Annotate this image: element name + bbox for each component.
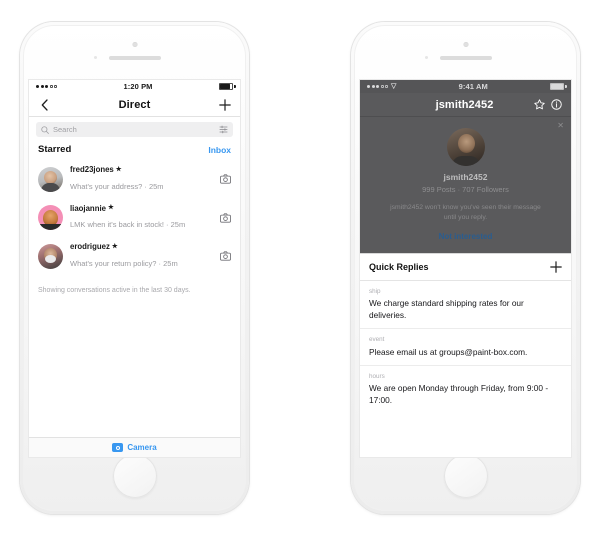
- search-icon: [41, 121, 49, 139]
- status-signal: [36, 85, 57, 88]
- star-icon: ★: [107, 204, 114, 212]
- camera-icon[interactable]: [220, 174, 231, 184]
- conversation-username: erodriguez: [70, 242, 110, 252]
- status-signal: ▽: [367, 83, 396, 90]
- content-spacer: [360, 413, 571, 457]
- battery-icon: [219, 83, 236, 90]
- front-camera-icon: [463, 42, 468, 47]
- back-chevron-icon[interactable]: [38, 98, 50, 111]
- camera-icon: [112, 443, 124, 452]
- quick-replies-title: Quick Replies: [369, 261, 429, 272]
- conversation-username: fred23jones: [70, 165, 114, 174]
- conversation-name-row: fred23jones ★: [70, 165, 213, 176]
- quick-reply-message: We charge standard shipping rates for ou…: [369, 298, 524, 321]
- conversation-username: liaojannie: [70, 203, 106, 213]
- nav-bar-right: jsmith2452: [360, 93, 571, 117]
- starred-section-header: Starred Inbox: [29, 141, 240, 160]
- earpiece-speaker: [439, 56, 492, 60]
- list-item[interactable]: liaojannie ★ LMK when it's back in stock…: [29, 199, 240, 238]
- conversation-name-row: liaojannie ★: [70, 204, 213, 215]
- list-item[interactable]: erodriguez ★ What's your return policy? …: [29, 237, 240, 276]
- status-bar-left: 1:20 PM: [29, 80, 240, 93]
- conversation-name-row: erodriguez ★: [70, 242, 213, 253]
- camera-icon[interactable]: [220, 213, 231, 223]
- quick-reply-shortcut: ship: [369, 287, 381, 295]
- page-title: Direct: [118, 98, 151, 111]
- signal-dots-icon: [367, 85, 388, 88]
- screen-left: 1:20 PM Direct Search Starred Inbox fred…: [29, 80, 240, 457]
- not-interested-button[interactable]: Not interested: [370, 232, 561, 241]
- new-message-plus-icon[interactable]: [219, 98, 231, 111]
- close-icon[interactable]: ✕: [557, 122, 564, 130]
- status-battery: [219, 83, 236, 90]
- star-icon: ★: [115, 165, 122, 173]
- quick-reply-message: Please email us at groups@paint-box.com.: [369, 346, 528, 357]
- quick-reply-shortcut: hours: [369, 372, 385, 380]
- home-button[interactable]: [443, 454, 488, 498]
- front-camera-icon: [132, 42, 137, 47]
- quick-replies-list: ship We charge standard shipping rates f…: [360, 280, 571, 414]
- status-bar-right: ▽ 9:41 AM: [360, 80, 571, 93]
- add-quick-reply-plus-icon[interactable]: [550, 261, 562, 273]
- conversation-snippet: What's your return policy? · 25m: [70, 258, 178, 268]
- profile-username: jsmith2452: [443, 172, 488, 182]
- battery-icon: [550, 83, 567, 90]
- list-item[interactable]: hours We are open Monday through Friday,…: [360, 366, 571, 413]
- profile-seen-note: jsmith2452 won't know you've seen their …: [390, 203, 541, 222]
- star-icon: ★: [111, 242, 118, 250]
- signal-dots-icon: [36, 85, 57, 88]
- conversation-text: erodriguez ★ What's your return policy? …: [70, 242, 213, 271]
- conversation-snippet: What's your address? · 25m: [70, 181, 164, 191]
- list-footnote: Showing conversations active in the last…: [38, 286, 191, 294]
- star-outline-icon[interactable]: [534, 99, 545, 110]
- home-button[interactable]: [112, 454, 157, 498]
- search-container: Search: [29, 117, 240, 141]
- proximity-sensor-icon: [424, 56, 428, 59]
- status-battery: [550, 83, 567, 90]
- conversation-snippet: LMK when it's back in stock! · 25m: [70, 220, 186, 230]
- content-spacer: [29, 295, 240, 437]
- info-circle-icon[interactable]: [551, 99, 562, 110]
- search-input[interactable]: Search: [36, 122, 233, 137]
- proximity-sensor-icon: [93, 56, 97, 59]
- phone-device-right: ▽ 9:41 AM jsmith2452 ✕ jsmith2452 999 Po…: [351, 22, 580, 514]
- nav-actions: [534, 99, 562, 110]
- list-item[interactable]: event Please email us at groups@paint-bo…: [360, 329, 571, 366]
- sliders-icon[interactable]: [219, 121, 228, 139]
- avatar: [38, 205, 63, 231]
- avatar: [38, 243, 63, 269]
- inbox-link[interactable]: Inbox: [208, 145, 231, 155]
- conversation-text: liaojannie ★ LMK when it's back in stock…: [70, 204, 213, 233]
- list-item[interactable]: ship We charge standard shipping rates f…: [360, 281, 571, 330]
- page-title: jsmith2452: [435, 98, 494, 111]
- search-placeholder: Search: [53, 125, 77, 134]
- status-time: 9:41 AM: [458, 82, 488, 91]
- quick-reply-shortcut: event: [369, 336, 385, 344]
- avatar: [446, 128, 485, 166]
- avatar: [38, 166, 63, 192]
- profile-overlay-card: ✕ jsmith2452 999 Posts · 707 Followers j…: [360, 117, 571, 253]
- nav-bar-left: Direct: [29, 93, 240, 117]
- phone-device-left: 1:20 PM Direct Search Starred Inbox fred…: [20, 22, 249, 514]
- screenshot-stage: 1:20 PM Direct Search Starred Inbox fred…: [0, 0, 600, 536]
- earpiece-speaker: [108, 56, 161, 60]
- status-time: 1:20 PM: [123, 82, 153, 91]
- conversation-text: fred23jones ★ What's your address? · 25m: [70, 165, 213, 194]
- list-item[interactable]: fred23jones ★ What's your address? · 25m: [29, 160, 240, 199]
- camera-button-label: Camera: [127, 443, 157, 452]
- screen-right: ▽ 9:41 AM jsmith2452 ✕ jsmith2452 999 Po…: [360, 80, 571, 457]
- conversation-list: fred23jones ★ What's your address? · 25m: [29, 160, 240, 276]
- section-title-starred: Starred: [38, 144, 72, 155]
- camera-icon[interactable]: [220, 251, 231, 261]
- quick-replies-header: Quick Replies: [360, 252, 571, 281]
- profile-stats: 999 Posts · 707 Followers: [422, 184, 509, 194]
- camera-bottom-bar[interactable]: Camera: [29, 437, 240, 457]
- quick-reply-message: We are open Monday through Friday, from …: [369, 383, 549, 406]
